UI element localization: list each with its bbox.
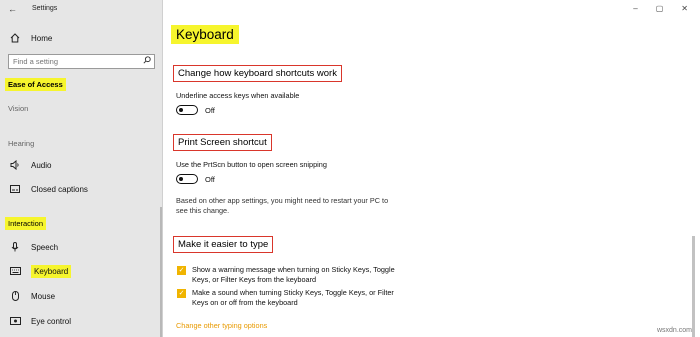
change-typing-options-link[interactable]: Change other typing options <box>176 321 267 330</box>
minimize-icon[interactable]: – <box>633 4 637 13</box>
search-field[interactable] <box>8 54 155 69</box>
section-hearing: Hearing <box>8 139 35 148</box>
back-arrow-icon[interactable]: ← <box>8 3 20 15</box>
home-icon <box>7 33 23 43</box>
sidebar-item-label: Home <box>31 33 53 43</box>
sidebar-item-home[interactable]: Home <box>0 28 163 48</box>
sound-label-line1: Make a sound when turning Sticky Keys, T… <box>192 288 394 297</box>
restart-note-line2: see this change. <box>176 206 230 215</box>
sidebar-item-label: Speech <box>31 242 59 252</box>
keyboard-icon <box>7 267 23 275</box>
print-screen-toggle[interactable] <box>176 174 198 184</box>
shortcuts-heading: Change how keyboard shortcuts work <box>173 65 342 82</box>
title-bar: ← Settings <box>0 0 163 18</box>
mouse-icon <box>7 291 23 301</box>
sidebar-item-audio[interactable]: Audio <box>0 155 163 175</box>
sidebar-item-label: Audio <box>31 160 52 170</box>
section-interaction: Interaction <box>5 217 47 230</box>
sidebar-scrollbar[interactable] <box>160 207 162 337</box>
maximize-icon[interactable]: ▢ <box>656 4 664 13</box>
page-title: Keyboard <box>171 25 239 44</box>
category-title: Ease of Access <box>5 78 66 91</box>
sidebar-item-mouse[interactable]: Mouse <box>0 286 163 306</box>
print-screen-label: Use the PrtScn button to open screen sni… <box>176 160 327 169</box>
search-icon[interactable] <box>143 56 151 66</box>
closed-captions-icon <box>7 185 23 193</box>
sidebar: ← Settings Home Ease of Access Vision He… <box>0 0 163 337</box>
sidebar-item-label: Closed captions <box>31 184 88 194</box>
sound-checkbox[interactable]: ✓ <box>177 289 186 298</box>
sidebar-item-keyboard[interactable]: Keyboard <box>0 261 163 281</box>
eye-control-icon <box>7 317 23 325</box>
watermark: wsxdn.com <box>656 327 692 334</box>
warning-message-label-line1: Show a warning message when turning on S… <box>192 265 395 274</box>
close-icon[interactable]: ✕ <box>681 4 688 13</box>
sidebar-item-label: Eye control <box>31 316 72 326</box>
search-input[interactable] <box>9 55 134 68</box>
section-vision: Vision <box>8 104 29 113</box>
sidebar-item-closed-captions[interactable]: Closed captions <box>0 179 163 199</box>
sidebar-item-eye-control[interactable]: Eye control <box>0 311 163 331</box>
sidebar-item-label: Mouse <box>31 291 56 301</box>
microphone-icon <box>7 242 23 252</box>
sidebar-item-speech[interactable]: Speech <box>0 237 163 257</box>
window-controls: – ▢ ✕ <box>633 4 688 13</box>
sound-label-line2: Keys on or off from the keyboard <box>192 298 298 307</box>
sidebar-item-label: Keyboard <box>31 264 72 278</box>
restart-note-line1: Based on other app settings, you might n… <box>176 196 389 205</box>
toggle-knob <box>179 107 183 112</box>
underline-access-keys-label: Underline access keys when available <box>176 91 300 100</box>
toggle-state: Off <box>205 175 215 184</box>
toggle-knob <box>179 176 183 181</box>
app-title: Settings <box>32 5 58 12</box>
main-scrollbar[interactable] <box>692 236 695 337</box>
print-screen-heading: Print Screen shortcut <box>173 134 272 151</box>
underline-access-keys-toggle[interactable] <box>176 105 198 115</box>
typing-heading: Make it easier to type <box>173 236 274 253</box>
main-content: – ▢ ✕ Keyboard Change how keyboard short… <box>164 0 700 337</box>
toggle-state: Off <box>205 106 215 115</box>
warning-message-label-line2: Keys, or Filter Keys from the keyboard <box>192 275 317 284</box>
speaker-icon <box>7 160 23 170</box>
warning-message-checkbox[interactable]: ✓ <box>177 266 186 275</box>
